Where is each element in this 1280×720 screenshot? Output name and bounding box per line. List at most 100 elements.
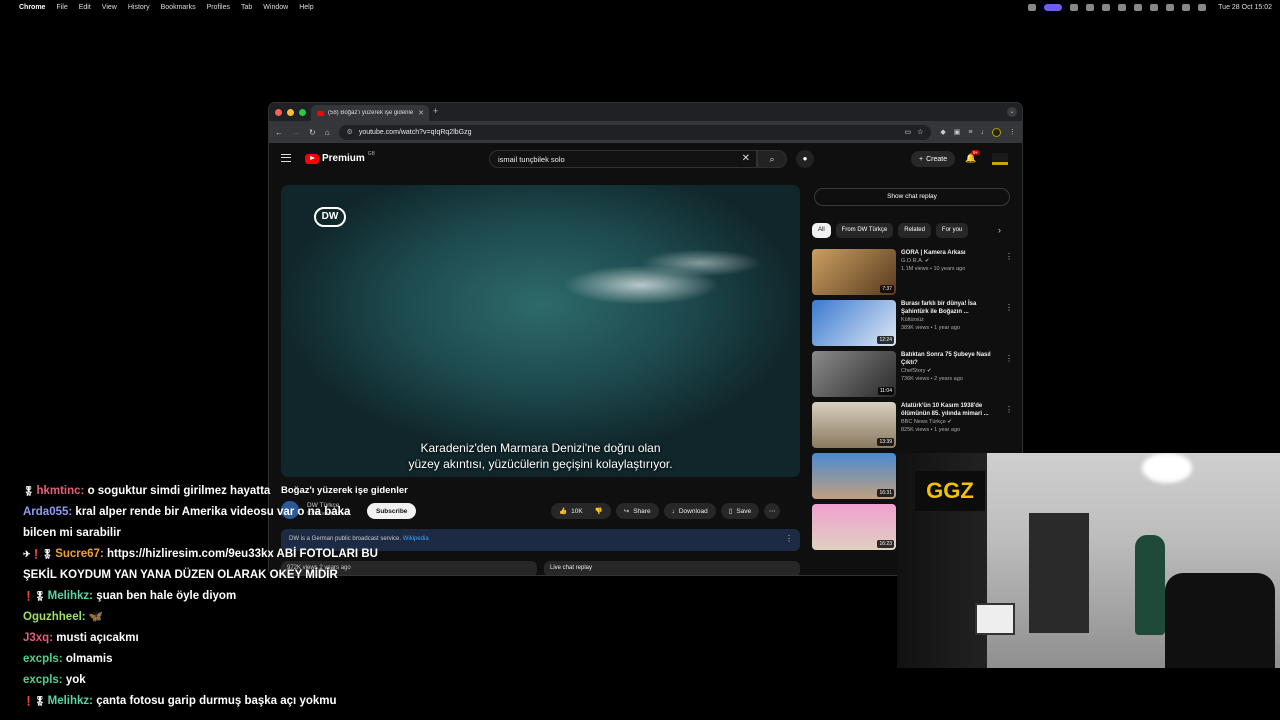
search-button[interactable]: ⌕ <box>757 150 787 168</box>
menu-hamburger-icon[interactable] <box>281 154 291 162</box>
back-icon[interactable]: ← <box>275 128 283 137</box>
shield-extension-icon[interactable]: ◆ <box>940 128 945 136</box>
rec-more-icon[interactable]: ⋮ <box>1005 303 1013 312</box>
menu-view[interactable]: View <box>102 4 117 11</box>
extensions-icon[interactable]: ▣ <box>954 128 961 136</box>
share-button[interactable]: ↪ Share <box>615 503 659 519</box>
bluetooth-icon[interactable] <box>1150 3 1159 11</box>
account-avatar[interactable] <box>992 153 1008 165</box>
status-accent-icon[interactable] <box>1044 3 1063 11</box>
cast-icon[interactable]: ▭ <box>904 128 911 136</box>
chrome-menu-icon[interactable]: ⋮ <box>1009 128 1016 136</box>
rec-thumbnail[interactable]: 12:24 <box>812 300 896 346</box>
chat-username: excpls: <box>23 674 63 686</box>
close-window-button[interactable] <box>275 108 282 116</box>
menu-file[interactable]: File <box>56 4 67 11</box>
download-button[interactable]: ↓ Download <box>663 503 716 519</box>
rec-more-icon[interactable]: ⋮ <box>1005 405 1013 414</box>
volume-icon[interactable] <box>1134 3 1143 11</box>
search-icon[interactable] <box>1182 3 1191 11</box>
download-icon[interactable]: ↓ <box>981 129 985 136</box>
minimize-window-button[interactable] <box>287 108 294 116</box>
chevron-right-icon[interactable]: › <box>998 225 1001 235</box>
rec-title[interactable]: GORA | Kamera Arkası <box>901 249 1005 257</box>
rec-video[interactable]: 11:04 Batıktan Sonra 75 Şubeye Nasıl Çık… <box>812 351 1022 402</box>
battery-icon[interactable] <box>1118 3 1127 11</box>
dw-logo: DW <box>314 207 346 227</box>
rec-channel[interactable]: ChefStory ✔ <box>901 367 1005 375</box>
youtube-logo[interactable]: Premium GB <box>305 151 375 164</box>
live-chat-replay[interactable]: Live chat replay <box>544 561 800 575</box>
new-tab-button[interactable]: + <box>433 106 438 116</box>
video-player[interactable]: DW Karadeniz'den Marmara Denizi'ne doğru… <box>281 185 800 477</box>
bookmark-star-icon[interactable]: ☆ <box>917 128 923 136</box>
menu-edit[interactable]: Edit <box>79 4 91 11</box>
chip-from-channel[interactable]: From DW Türkçe <box>835 223 894 238</box>
clear-search-icon[interactable]: ✕ <box>742 153 750 164</box>
rec-channel[interactable]: G.O.R.A. ✔ <box>901 257 1005 265</box>
rec-title[interactable]: Atatürk'ün 10 Kasım 1938'de ölümünün 85.… <box>901 402 1005 418</box>
thumbs-down-icon[interactable]: 👎 <box>595 507 603 515</box>
status-app-icon[interactable] <box>1086 3 1095 11</box>
menu-history[interactable]: History <box>128 4 150 11</box>
menu-window[interactable]: Window <box>263 4 288 11</box>
rec-thumbnail[interactable]: 13:39 <box>812 402 896 448</box>
rec-thumbnail[interactable]: 7:37 <box>812 249 896 295</box>
chip-for-you[interactable]: For you <box>935 223 969 238</box>
like-button[interactable]: 👍 10K 👎 <box>551 503 611 519</box>
info-more-icon[interactable]: ⋮ <box>785 534 793 543</box>
menu-profiles[interactable]: Profiles <box>207 4 230 11</box>
notifications-button[interactable]: 🔔 9+ <box>965 150 981 164</box>
rec-channel[interactable]: Kültürsüz <box>901 316 1005 324</box>
chat-username: Melihkz: <box>47 590 94 602</box>
menu-tab[interactable]: Tab <box>241 4 252 11</box>
rec-video[interactable]: 13:39 Atatürk'ün 10 Kasım 1938'de ölümün… <box>812 402 1022 453</box>
zoom-window-button[interactable] <box>299 108 306 116</box>
menubar-clock[interactable]: Tue 28 Oct 15:02 <box>1218 4 1272 11</box>
home-icon[interactable]: ⌂ <box>325 128 330 137</box>
webcam-sign: GGZ <box>915 471 985 511</box>
rec-channel[interactable]: BBC News Türkçe ✔ <box>901 418 1005 426</box>
menu-bookmarks[interactable]: Bookmarks <box>161 4 196 11</box>
show-chat-replay-button[interactable]: Show chat replay <box>814 188 1010 206</box>
save-button[interactable]: ▯ Save <box>720 503 760 519</box>
profile-avatar[interactable] <box>992 127 1001 137</box>
chat-text: yok <box>65 674 86 686</box>
wifi-icon[interactable] <box>1166 3 1175 11</box>
rec-title[interactable]: Burası farklı bir dünya! İsa Şahintürk i… <box>901 300 1005 316</box>
status-app-icon[interactable] <box>1028 3 1037 11</box>
browser-tab[interactable]: (58) Boğaz'ı yüzerek işe gidenler ✕ <box>311 105 429 121</box>
forward-icon[interactable]: → <box>292 128 300 137</box>
rec-title[interactable]: Batıktan Sonra 75 Şubeye Nasıl Çıktı? <box>901 351 1005 367</box>
more-actions-button[interactable]: ⋯ <box>764 503 781 519</box>
rec-more-icon[interactable]: ⋮ <box>1005 252 1013 261</box>
create-button[interactable]: + Create <box>911 151 956 167</box>
address-bar[interactable]: ⚙ youtube.com/watch?v=qIqRq2lbGzg ▭ ☆ <box>338 124 932 140</box>
menu-app-name[interactable]: Chrome <box>19 4 45 11</box>
webcam-person <box>1135 535 1165 635</box>
chat-message: ❗🎖 Melihkz: şuan ben hale öyle diyom <box>23 586 383 607</box>
menu-help[interactable]: Help <box>299 4 313 11</box>
status-app-icon[interactable] <box>1102 3 1111 11</box>
rec-video[interactable]: 7:37 GORA | Kamera Arkası G.O.R.A. ✔ 1.1… <box>812 249 1022 300</box>
control-center-icon[interactable] <box>1198 3 1207 11</box>
status-app-icon[interactable] <box>1070 3 1079 11</box>
voice-search-button[interactable]: ● <box>796 150 814 168</box>
rec-video[interactable]: 12:24 Burası farklı bir dünya! İsa Şahin… <box>812 300 1022 351</box>
rec-thumbnail[interactable]: 11:04 <box>812 351 896 397</box>
rec-more-icon[interactable]: ⋮ <box>1005 354 1013 363</box>
rec-thumbnail[interactable]: 16:23 <box>812 504 896 550</box>
tab-search-icon[interactable]: ⌄ <box>1007 107 1017 117</box>
rec-thumbnail[interactable]: 16:31 <box>812 453 896 499</box>
chip-all[interactable]: All <box>812 223 831 238</box>
reload-icon[interactable]: ↻ <box>309 128 316 137</box>
reading-list-icon[interactable]: ≡ <box>968 129 972 136</box>
wikipedia-link[interactable]: Wikipedia <box>403 536 429 542</box>
chat-message: excpls: yok <box>23 670 383 691</box>
site-info-icon[interactable]: ⚙ <box>347 128 353 136</box>
webcam-lamp <box>1142 453 1192 483</box>
close-tab-icon[interactable]: ✕ <box>418 109 424 117</box>
search-input[interactable]: ismail tunçbilek solo ✕ <box>489 150 757 168</box>
thumbs-up-icon: 👍 <box>559 508 568 515</box>
chip-related[interactable]: Related <box>898 223 931 238</box>
